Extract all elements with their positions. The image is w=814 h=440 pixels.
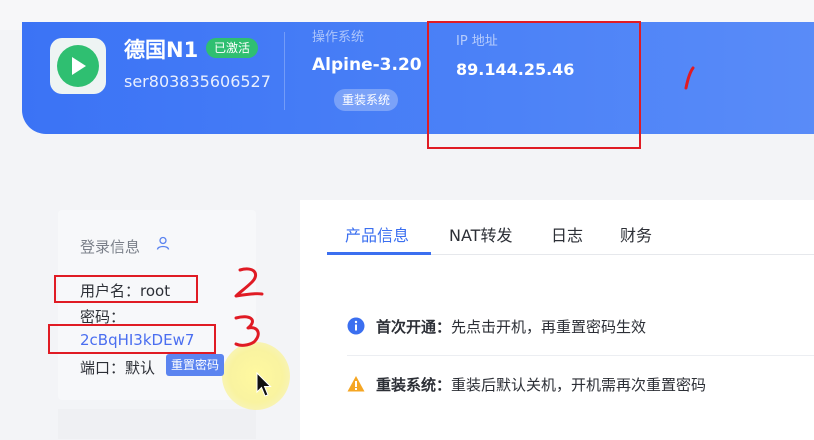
annotation-mark-1 [684,66,695,90]
annotation-mark-3 [234,315,260,347]
handwritten-annotations [234,66,695,347]
annotation-mark-2 [234,267,264,298]
